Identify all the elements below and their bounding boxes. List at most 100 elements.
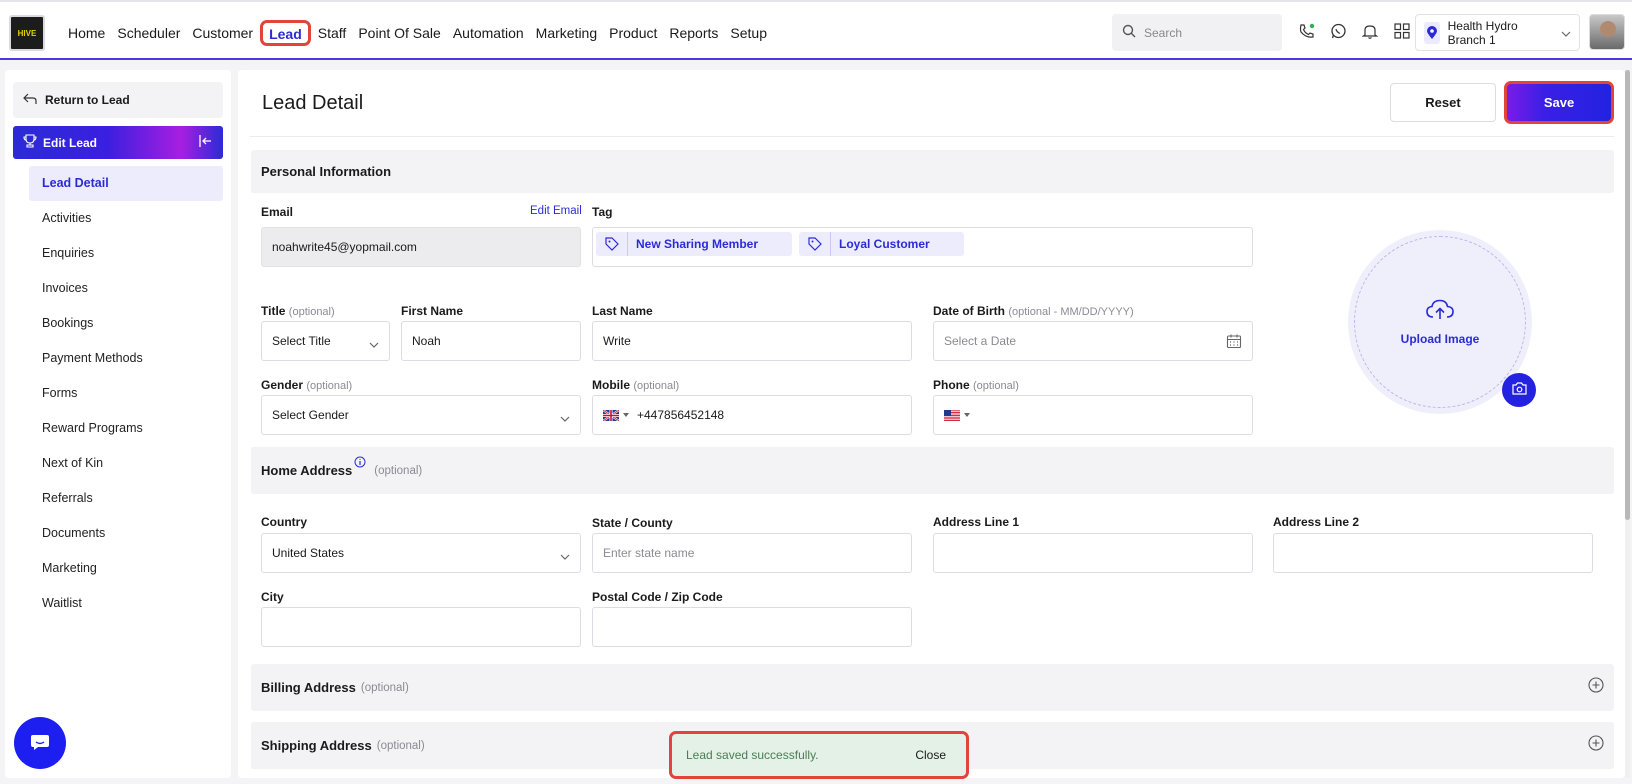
app-logo[interactable]: HIVE	[9, 15, 45, 51]
tag-icon	[799, 232, 831, 256]
nav-scheduler[interactable]: Scheduler	[111, 20, 186, 46]
state-input[interactable]: Enter state name	[592, 533, 912, 573]
whatsapp-icon[interactable]	[1329, 22, 1347, 40]
nav-setup[interactable]: Setup	[724, 20, 773, 46]
shipping-address-heading: Shipping Address	[261, 738, 372, 753]
chevron-down-icon	[560, 411, 570, 425]
postal-code-input[interactable]	[592, 607, 912, 647]
chevron-down-icon	[369, 337, 379, 351]
sidebar-item-documents[interactable]: Documents	[29, 516, 223, 551]
country-label: Country	[261, 515, 307, 529]
city-input[interactable]	[261, 607, 581, 647]
email-field: noahwrite45@yopmail.com	[261, 227, 581, 267]
address-line-2-label: Address Line 2	[1273, 515, 1360, 529]
search-input[interactable]: Search	[1112, 14, 1282, 51]
nav-home[interactable]: Home	[62, 20, 111, 46]
expand-plus-icon[interactable]	[1588, 677, 1604, 696]
nav-reports[interactable]: Reports	[663, 20, 724, 46]
state-label: State / County	[592, 516, 673, 530]
upload-image-label: Upload Image	[1400, 331, 1480, 346]
last-name-label: Last Name	[592, 304, 653, 318]
last-name-input[interactable]: Write	[592, 321, 912, 361]
state-placeholder: Enter state name	[603, 546, 695, 560]
sidebar-item-reward-programs[interactable]: Reward Programs	[29, 411, 223, 446]
sidebar-item-bookings[interactable]: Bookings	[29, 306, 223, 341]
postal-code-label: Postal Code / Zip Code	[592, 590, 723, 604]
nav-point-of-sale[interactable]: Point Of Sale	[352, 20, 447, 46]
scrollbar-thumb[interactable]	[1625, 70, 1630, 520]
tag-label: Tag	[592, 205, 613, 219]
phone-input[interactable]	[933, 395, 1253, 435]
sidebar-item-enquiries[interactable]: Enquiries	[29, 236, 223, 271]
main-panel: Lead Detail Reset Save Personal Informat…	[238, 70, 1625, 778]
tag-label-text: New Sharing Member	[636, 237, 759, 251]
nav-product[interactable]: Product	[603, 20, 663, 46]
reset-button[interactable]: Reset	[1390, 83, 1496, 122]
sidebar-item-forms[interactable]: Forms	[29, 376, 223, 411]
address-line-2-input[interactable]	[1273, 533, 1593, 573]
back-arrow-icon	[23, 93, 37, 108]
nav-marketing[interactable]: Marketing	[530, 20, 603, 46]
us-flag-icon[interactable]	[944, 409, 970, 421]
phone-icon[interactable]	[1297, 22, 1315, 40]
uk-flag-icon[interactable]	[603, 409, 637, 421]
tag-label-text: Loyal Customer	[839, 237, 930, 251]
first-name-input[interactable]: Noah	[401, 321, 581, 361]
return-label: Return to Lead	[45, 93, 130, 107]
sidebar-item-activities[interactable]: Activities	[29, 201, 223, 236]
sidebar-item-invoices[interactable]: Invoices	[29, 271, 223, 306]
calendar-icon[interactable]	[1226, 333, 1242, 352]
nav-lead[interactable]: Lead	[260, 20, 311, 46]
email-label: Email	[261, 205, 294, 219]
address-line-1-input[interactable]	[933, 533, 1253, 573]
gender-select-value: Select Gender	[272, 408, 349, 422]
nav-customer[interactable]: Customer	[186, 20, 259, 46]
title-select-value: Select Title	[272, 334, 331, 348]
sidebar-item-lead-detail[interactable]: Lead Detail	[29, 166, 223, 201]
billing-address-header[interactable]: Billing Address (optional)	[251, 664, 1614, 711]
user-avatar[interactable]	[1589, 14, 1625, 50]
page-title: Lead Detail	[262, 92, 364, 114]
sidebar-item-marketing[interactable]: Marketing	[29, 551, 223, 586]
mobile-label: Mobile (optional)	[592, 378, 680, 392]
title-label: Title (optional)	[261, 304, 335, 318]
home-address-header: Home Address (optional)	[251, 447, 1614, 494]
branch-name: Health Hydro Branch 1	[1447, 18, 1518, 47]
chat-widget-button[interactable]	[14, 717, 66, 769]
sidebar-item-next-of-kin[interactable]: Next of Kin	[29, 446, 223, 481]
mobile-input[interactable]: +447856452148	[592, 395, 912, 435]
return-to-lead-button[interactable]: Return to Lead	[13, 82, 223, 118]
nav-automation[interactable]: Automation	[447, 20, 530, 46]
chevron-down-icon	[1561, 26, 1571, 40]
sidebar-item-referrals[interactable]: Referrals	[29, 481, 223, 516]
apps-grid-icon[interactable]	[1393, 22, 1411, 40]
toast-close-button[interactable]: Close	[915, 748, 946, 762]
collapse-sidebar-icon[interactable]	[199, 134, 213, 151]
title-select[interactable]: Select Title	[261, 321, 390, 361]
nav-staff[interactable]: Staff	[312, 20, 353, 46]
sidebar: Return to Lead Edit Lead Lead Detail Act…	[5, 70, 231, 778]
dob-input[interactable]: Select a Date	[933, 321, 1253, 361]
country-select[interactable]: United States	[261, 533, 581, 573]
sidebar-item-waitlist[interactable]: Waitlist	[29, 586, 223, 621]
success-toast: Lead saved successfully. Close	[669, 731, 969, 779]
home-address-optional: (optional)	[374, 464, 423, 477]
sidebar-item-payment-methods[interactable]: Payment Methods	[29, 341, 223, 376]
expand-plus-icon[interactable]	[1588, 735, 1604, 754]
country-select-value: United States	[272, 546, 345, 560]
branch-selector[interactable]: Health Hydro Branch 1	[1415, 14, 1580, 51]
shipping-optional: (optional)	[376, 739, 425, 752]
tag-chip[interactable]: New Sharing Member	[596, 232, 792, 256]
gender-select[interactable]: Select Gender	[261, 395, 581, 435]
last-name-value: Write	[603, 334, 631, 348]
tag-field[interactable]: New Sharing Member Loyal Customer	[592, 227, 1253, 267]
gender-label: Gender (optional)	[261, 378, 353, 392]
camera-button[interactable]	[1502, 373, 1536, 407]
save-button[interactable]: Save	[1504, 81, 1614, 124]
edit-email-link[interactable]: Edit Email	[530, 205, 582, 217]
divider	[250, 136, 1614, 137]
city-label: City	[261, 590, 284, 604]
bell-icon[interactable]	[1361, 22, 1379, 40]
tag-chip[interactable]: Loyal Customer	[799, 232, 964, 256]
info-icon[interactable]	[354, 456, 366, 471]
